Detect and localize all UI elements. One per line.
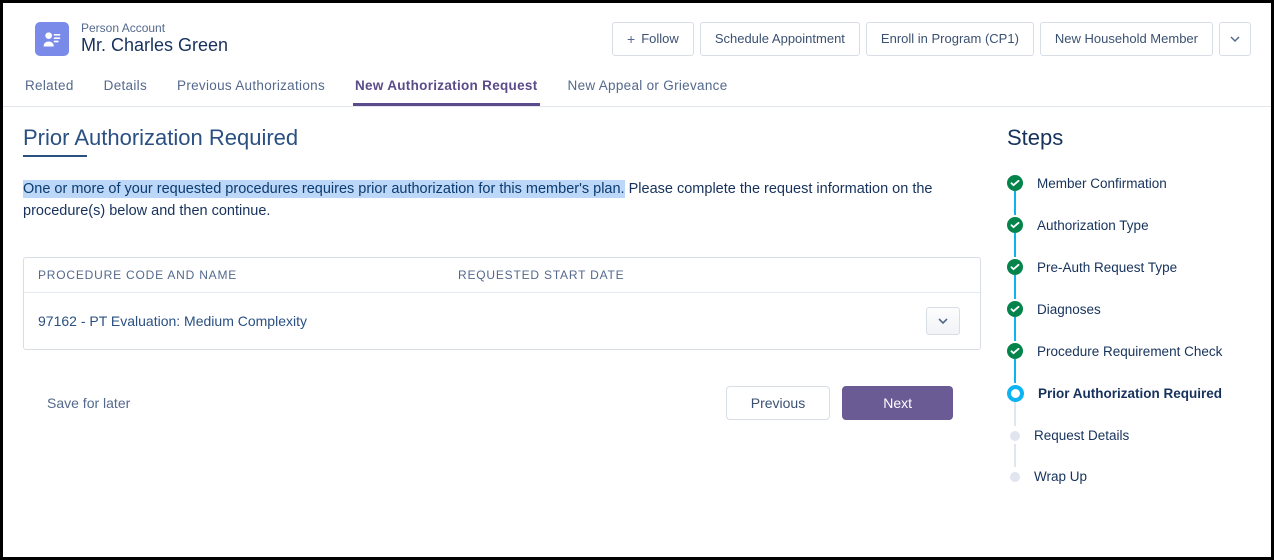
procedure-code-cell: 97162 - PT Evaluation: Medium Complexity [38, 313, 458, 329]
table-header-row: PROCEDURE CODE AND NAME REQUESTED START … [24, 258, 980, 293]
step-label: Wrap Up [1034, 469, 1087, 484]
plus-icon: + [627, 31, 635, 47]
check-icon [1007, 175, 1023, 191]
schedule-appointment-button[interactable]: Schedule Appointment [700, 22, 860, 56]
col-header-date: REQUESTED START DATE [458, 268, 926, 282]
current-step-icon [1007, 385, 1024, 402]
future-step-icon [1010, 472, 1020, 482]
col-header-code: PROCEDURE CODE AND NAME [38, 268, 458, 282]
step-prior-authorization-required[interactable]: Prior Authorization Required [1007, 381, 1249, 424]
step-label: Pre-Auth Request Type [1037, 260, 1177, 275]
step-label: Authorization Type [1037, 218, 1149, 233]
tab-details[interactable]: Details [102, 66, 149, 106]
step-procedure-requirement-check[interactable]: Procedure Requirement Check [1007, 339, 1249, 381]
page-header: Person Account Mr. Charles Green + Follo… [3, 3, 1271, 66]
tab-previous-authorizations[interactable]: Previous Authorizations [175, 66, 327, 106]
future-step-icon [1010, 431, 1020, 441]
step-label: Prior Authorization Required [1038, 386, 1222, 401]
step-request-details[interactable]: Request Details [1007, 424, 1249, 465]
record-tabs: Related Details Previous Authorizations New… [3, 66, 1271, 107]
wizard-footer: Save for later Previous Next [23, 386, 981, 420]
step-label: Member Confirmation [1037, 176, 1167, 191]
person-account-icon [35, 22, 69, 56]
description-highlight: One or more of your requested procedures… [23, 180, 625, 198]
step-label: Diagnoses [1037, 302, 1101, 317]
check-icon [1007, 217, 1023, 233]
page-title: Prior Authorization Required [23, 125, 981, 151]
steps-panel: Steps Member Confirmation Authorization T… [1003, 121, 1253, 506]
tab-new-authorization-request[interactable]: New Authorization Request [353, 66, 540, 106]
procedure-table: PROCEDURE CODE AND NAME REQUESTED START … [23, 257, 981, 350]
main-panel: Prior Authorization Required One or more… [21, 121, 983, 506]
follow-label: Follow [641, 31, 679, 46]
step-wrap-up[interactable]: Wrap Up [1007, 465, 1249, 506]
next-button[interactable]: Next [842, 386, 953, 420]
follow-button[interactable]: + Follow [612, 22, 694, 56]
step-diagnoses[interactable]: Diagnoses [1007, 297, 1249, 339]
previous-button[interactable]: Previous [726, 386, 830, 420]
tab-related[interactable]: Related [23, 66, 76, 106]
check-icon [1007, 343, 1023, 359]
step-label: Procedure Requirement Check [1037, 344, 1222, 359]
check-icon [1007, 301, 1023, 317]
more-actions-button[interactable] [1219, 22, 1251, 56]
step-label: Request Details [1034, 428, 1129, 443]
check-icon [1007, 259, 1023, 275]
description-text: One or more of your requested procedures… [23, 179, 943, 223]
expand-row-button[interactable] [926, 307, 960, 335]
header-action-bar: + Follow Schedule Appointment Enroll in … [612, 22, 1251, 56]
chevron-down-icon [938, 316, 948, 326]
save-for-later-link[interactable]: Save for later [47, 395, 130, 411]
new-household-member-button[interactable]: New Household Member [1040, 22, 1213, 56]
table-row: 97162 - PT Evaluation: Medium Complexity [24, 293, 980, 349]
step-pre-auth-request-type[interactable]: Pre-Auth Request Type [1007, 255, 1249, 297]
record-type-label: Person Account [81, 21, 228, 35]
title-underline [23, 155, 87, 157]
tab-new-appeal-or-grievance[interactable]: New Appeal or Grievance [566, 66, 730, 106]
enroll-program-button[interactable]: Enroll in Program (CP1) [866, 22, 1034, 56]
step-member-confirmation[interactable]: Member Confirmation [1007, 171, 1249, 213]
step-authorization-type[interactable]: Authorization Type [1007, 213, 1249, 255]
account-name: Mr. Charles Green [81, 35, 228, 56]
chevron-down-icon [1230, 34, 1240, 44]
steps-title: Steps [1007, 125, 1249, 151]
